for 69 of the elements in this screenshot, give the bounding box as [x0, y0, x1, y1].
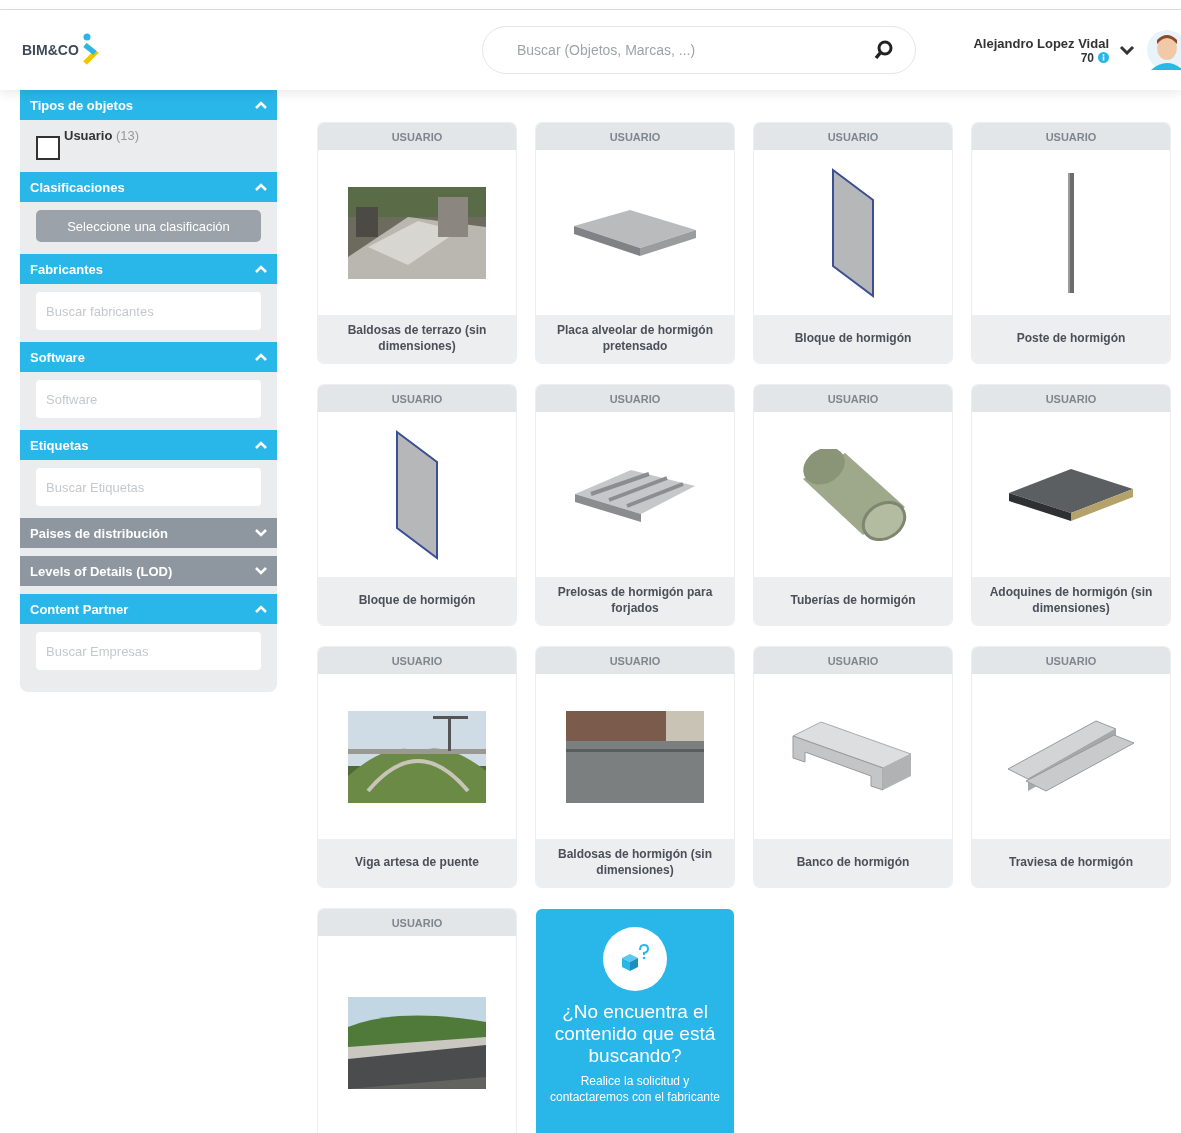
- card-badge: USUARIO: [318, 385, 516, 412]
- card-title: Tuberías de hormigón: [754, 577, 952, 625]
- product-card[interactable]: USUARIO Banco de hormigón: [754, 647, 952, 887]
- search-icon[interactable]: [874, 40, 894, 60]
- card-badge: USUARIO: [754, 385, 952, 412]
- chevron-down-icon: [255, 567, 267, 575]
- card-title: Poste de hormigón: [972, 315, 1170, 363]
- points-count: 70: [1080, 50, 1094, 65]
- user-name[interactable]: Alejandro Lopez Vidal: [973, 35, 1109, 51]
- chevron-up-icon: [255, 101, 267, 109]
- product-card[interactable]: USUARIO Viga artesa de puente: [318, 647, 516, 887]
- checkbox[interactable]: [36, 136, 60, 160]
- product-card[interactable]: USUARIO Traviesa de hormigón: [972, 647, 1170, 887]
- card-title: Traviesa de hormigón: [972, 839, 1170, 887]
- product-card[interactable]: USUARIO Bloque de hormigón: [754, 123, 952, 363]
- chevron-up-icon: [255, 605, 267, 613]
- product-card[interactable]: USUARIO Adoquines de hormigón (sin dimensiones): [972, 385, 1170, 625]
- request-title: ¿No encuentra el contenido que está buscando?: [553, 1001, 717, 1067]
- info-icon: [1098, 52, 1109, 63]
- section-title: Fabricantes: [30, 261, 103, 277]
- chevron-down-icon[interactable]: [1119, 45, 1135, 55]
- card-title: Viga artesa de puente: [318, 839, 516, 887]
- request-text: Realice la solicitud y contactaremos con el fabricante: [548, 1072, 722, 1107]
- chevron-down-icon: [255, 529, 267, 537]
- product-card[interactable]: USUARIO Bloque de hormigón: [318, 385, 516, 625]
- card-badge: USUARIO: [972, 123, 1170, 150]
- section-title: Software: [30, 349, 85, 365]
- product-card[interactable]: USUARIO Baldosas de hormigón (sin dimensiones): [536, 647, 734, 887]
- product-card[interactable]: USUARIO Placa alveolar de hormigón pretensado: [536, 123, 734, 363]
- section-title: Paises de distribución: [30, 525, 168, 541]
- checkbox-label: Usuario (13): [64, 128, 140, 143]
- product-card[interactable]: USUARIO Tuberías de hormigón: [754, 385, 952, 625]
- logo[interactable]: BIM&CO: [22, 42, 79, 58]
- card-badge: USUARIO: [754, 123, 952, 150]
- card-badge: USUARIO: [536, 123, 734, 150]
- card-title: Banco de hormigón: [754, 839, 952, 887]
- card-badge: USUARIO: [754, 647, 952, 674]
- section-title: Etiquetas: [30, 437, 89, 453]
- avatar-icon[interactable]: [1145, 28, 1181, 72]
- section-title: Tipos de objetos: [30, 97, 134, 113]
- card-title: Baldosas de hormigón (sin dimensiones): [536, 839, 734, 887]
- product-card[interactable]: USUARIO Prelosas de hormigón para forjados: [536, 385, 734, 625]
- section-title: Levels of Details (LOD): [30, 563, 173, 579]
- card-badge: USUARIO: [972, 647, 1170, 674]
- chevron-up-icon: [255, 353, 267, 361]
- card-badge: USUARIO: [318, 909, 516, 936]
- product-card[interactable]: USUARIO Poste de hormigón: [972, 123, 1170, 363]
- filter-search-field[interactable]: Software: [36, 380, 261, 418]
- chevron-up-icon: [255, 441, 267, 449]
- section-title: Content Partner: [30, 601, 129, 617]
- card-title: Placa alveolar de hormigón pretensado: [536, 315, 734, 363]
- card-title: Bloque de hormigón: [318, 577, 516, 625]
- chevron-up-icon: [255, 265, 267, 273]
- card-title: Bloque de hormigón: [754, 315, 952, 363]
- chevron-up-icon: [255, 183, 267, 191]
- filter-search-field[interactable]: Buscar Empresas: [36, 632, 261, 670]
- filter-search-field[interactable]: Buscar Etiquetas: [36, 468, 261, 506]
- filter-search-field[interactable]: Buscar fabricantes: [36, 292, 261, 330]
- card-title: Adoquines de hormigón (sin dimensiones): [972, 577, 1170, 625]
- card-badge: USUARIO: [536, 385, 734, 412]
- card-badge: USUARIO: [318, 123, 516, 150]
- card-badge: USUARIO: [536, 647, 734, 674]
- search-field[interactable]: Buscar (Objetos, Marcas, ...): [482, 26, 916, 74]
- card-badge: USUARIO: [318, 647, 516, 674]
- card-badge: USUARIO: [972, 385, 1170, 412]
- card-title: Prelosas de hormigón para forjados: [536, 577, 734, 625]
- card-title: Baldosas de terrazo (sin dimensiones): [318, 315, 516, 363]
- product-card[interactable]: USUARIO Baldosas de terrazo (sin dimensiones): [318, 123, 516, 363]
- section-title: Clasificaciones: [30, 179, 125, 195]
